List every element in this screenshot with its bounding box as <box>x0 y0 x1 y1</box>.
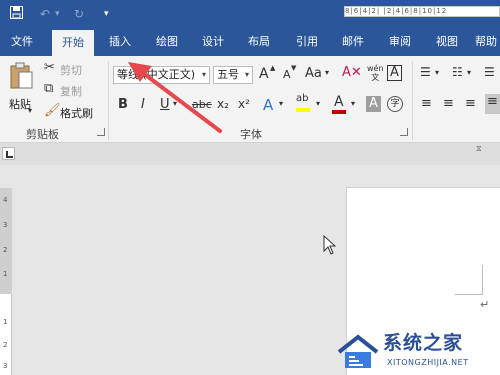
font-color-icon[interactable]: A <box>334 94 344 110</box>
font-color-bar <box>332 110 346 114</box>
tab-selector-icon[interactable] <box>2 147 15 160</box>
font-size-value: 五号 <box>217 68 239 81</box>
chevron-down-icon: ▾ <box>201 70 206 79</box>
tab-mailings[interactable]: 邮件 <box>333 30 373 56</box>
text-effects-dropdown-icon[interactable]: ▾ <box>279 99 283 108</box>
grow-font-caret-icon: ▲ <box>270 64 276 72</box>
horizontal-ruler-ticks: 8|6|4|2| |2|4|6|8|10|12 <box>345 7 448 15</box>
align-right-icon[interactable]: ≡ <box>465 96 476 111</box>
font-name-select[interactable]: 等线 (中文正文) ▾ <box>113 66 210 84</box>
paste-icon <box>10 62 33 89</box>
copy-button[interactable]: 复制 <box>60 83 82 99</box>
underline-dropdown-icon[interactable]: ▾ <box>173 99 177 108</box>
tab-file[interactable]: 文件 <box>2 30 42 56</box>
vertical-ruler-tick: 1 <box>3 318 8 326</box>
paste-dropdown-icon[interactable]: ▾ <box>28 106 32 115</box>
paragraph-mark-icon: ↵ <box>480 298 490 311</box>
justify-icon[interactable]: ≡ <box>485 94 500 114</box>
bold-button[interactable]: B <box>118 97 128 112</box>
subscript-button[interactable]: x₂ <box>217 97 229 111</box>
save-icon[interactable] <box>10 6 23 23</box>
align-center-icon[interactable]: ≡ <box>443 96 454 111</box>
font-group-label: 字体 <box>240 128 262 141</box>
vertical-ruler-tick: 3 <box>3 221 8 229</box>
grow-font-icon[interactable]: A <box>259 66 269 82</box>
font-size-select[interactable]: 五号 ▾ <box>213 66 253 84</box>
ribbon: 粘贴 ▾ ✂ 剪切 ⧉ 复制 🖌 格式刷 剪贴板 等线 (中文正文) ▾ 五号 … <box>0 56 500 143</box>
margin-corner-mark <box>455 294 483 295</box>
text-effects-icon[interactable]: A <box>263 96 273 114</box>
vertical-ruler-tick: 1 <box>3 270 8 278</box>
tab-insert[interactable]: 插入 <box>100 30 140 56</box>
tab-draw[interactable]: 绘图 <box>147 30 187 56</box>
tab-design[interactable]: 设计 <box>193 30 233 56</box>
font-color-dropdown-icon[interactable]: ▾ <box>351 99 355 108</box>
change-case-icon[interactable]: Aa <box>305 66 322 81</box>
tab-view[interactable]: 视图 <box>427 30 467 56</box>
vertical-ruler-tick: 2 <box>3 341 8 349</box>
align-left-icon[interactable]: ≡ <box>421 96 432 111</box>
tab-home[interactable]: 开始 <box>52 30 94 56</box>
highlight-color-bar <box>296 108 310 112</box>
ribbon-tab-bar: 文件 开始 插入 绘图 设计 布局 引用 邮件 审阅 视图 帮助 <box>0 30 500 56</box>
numbering-dropdown-icon[interactable]: ▾ <box>467 68 471 77</box>
tab-layout[interactable]: 布局 <box>239 30 279 56</box>
vertical-ruler-tick: 2 <box>3 246 8 254</box>
vertical-ruler-tick: 4 <box>3 196 8 204</box>
watermark-url: XITONGZHIJIA.NET <box>387 358 469 367</box>
format-painter-icon[interactable]: 🖌 <box>44 103 61 118</box>
group-divider <box>108 62 109 140</box>
tab-review[interactable]: 审阅 <box>380 30 420 56</box>
horizontal-ruler[interactable]: 8|6|4|2| |2|4|6|8|10|12 <box>344 6 500 17</box>
copy-icon[interactable]: ⧉ <box>44 81 53 96</box>
highlight-icon[interactable]: ab <box>296 93 308 104</box>
tab-references[interactable]: 引用 <box>287 30 327 56</box>
customize-qat-icon[interactable]: ▾ <box>104 6 109 22</box>
shrink-font-caret-icon: ▼ <box>291 64 297 72</box>
indent-marker-icon[interactable]: ⧖ <box>476 144 482 154</box>
clipboard-group-label: 剪贴板 <box>26 128 59 141</box>
underline-button[interactable]: U <box>160 97 170 112</box>
strikethrough-button[interactable]: abc <box>192 98 212 111</box>
house-logo-icon <box>337 334 379 368</box>
ruler-bar <box>0 143 500 165</box>
superscript-button[interactable]: x² <box>238 97 250 111</box>
clear-formatting-icon[interactable]: A✕ <box>342 65 362 80</box>
undo-dropdown-icon[interactable]: ▾ <box>55 6 60 22</box>
cut-icon[interactable]: ✂ <box>44 60 55 75</box>
clipboard-launcher-icon[interactable] <box>97 128 105 136</box>
group-divider <box>412 62 413 140</box>
numbering-icon[interactable]: ☷ <box>452 65 463 79</box>
redo-icon[interactable]: ↻ <box>74 6 84 22</box>
change-case-dropdown-icon[interactable]: ▾ <box>325 68 329 77</box>
watermark-logo: 系统之家 XITONGZHIJIA.NET <box>335 328 500 375</box>
bullets-dropdown-icon[interactable]: ▾ <box>435 68 439 77</box>
tab-help[interactable]: 帮助 <box>475 30 500 56</box>
character-border-icon[interactable]: A <box>387 65 402 81</box>
watermark-title: 系统之家 <box>383 332 464 354</box>
undo-icon[interactable]: ↶ <box>40 6 50 22</box>
format-painter-button[interactable]: 格式刷 <box>60 105 93 121</box>
enclose-characters-icon[interactable]: 字 <box>387 96 403 112</box>
phonetic-guide-icon[interactable]: wén 文 <box>367 64 384 82</box>
font-launcher-icon[interactable] <box>400 128 408 136</box>
multilevel-list-icon[interactable]: ☰ <box>484 65 495 79</box>
highlight-dropdown-icon[interactable]: ▾ <box>316 99 320 108</box>
bullets-icon[interactable]: ☰ <box>420 65 431 79</box>
vertical-ruler-tick: 3 <box>3 362 8 370</box>
character-shading-icon[interactable]: A <box>366 96 381 112</box>
italic-button[interactable]: I <box>141 97 145 112</box>
font-name-value: 等线 (中文正文) <box>117 68 196 81</box>
margin-corner-mark <box>482 265 483 294</box>
mouse-cursor-icon <box>323 235 336 255</box>
chevron-down-icon: ▾ <box>244 70 249 79</box>
shrink-font-icon[interactable]: A <box>283 68 291 81</box>
cut-button[interactable]: 剪切 <box>60 62 82 78</box>
